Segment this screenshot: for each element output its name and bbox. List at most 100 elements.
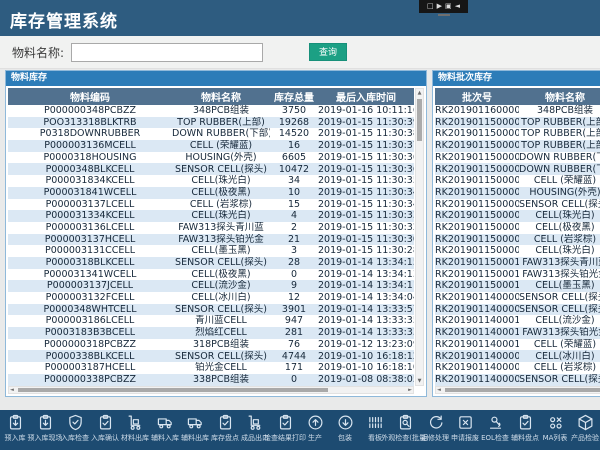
table-row[interactable]: P000031841WCELLCELL(极夜黑)102019-01-15 11:… bbox=[8, 187, 414, 199]
table-row[interactable]: P000003137LCELLCELL (岩浆棕)152019-01-15 11… bbox=[8, 199, 414, 211]
table-row[interactable]: RK2019011500001TOP RUBBER(上部) bbox=[435, 128, 600, 140]
scroll-right-icon[interactable]: ► bbox=[408, 387, 412, 394]
toolbar-item-16[interactable]: 申请报废 bbox=[450, 410, 480, 443]
table-row[interactable]: RK2019011400007CELL(冰川白) bbox=[435, 350, 600, 362]
toolbar-item-1[interactable]: 预入库 bbox=[0, 410, 30, 443]
table-row[interactable]: P000003137JCELLCELL(流沙金)92019-01-14 13:3… bbox=[8, 280, 414, 292]
table-row[interactable]: RK2019011400005CELL (岩浆棕) bbox=[435, 362, 600, 374]
table-row[interactable]: P0000348WHTCELLSENSOR CELL(探头)39012019-0… bbox=[8, 304, 414, 316]
table-row[interactable]: RK2019011500010FAW313探头青川蓝 bbox=[435, 257, 600, 269]
exit-icon[interactable]: □ bbox=[427, 3, 434, 10]
table-row[interactable]: RK2019011500011FAW313探头铂光金 bbox=[435, 269, 600, 281]
scroll-left-icon[interactable]: ◄ bbox=[437, 387, 441, 394]
table-row[interactable]: RK2019011500008CELL (岩浆棕) bbox=[435, 234, 600, 246]
toolbar-item-4[interactable]: 入库确认 bbox=[90, 410, 120, 443]
horizontal-scrollbar[interactable]: ◄ ► bbox=[435, 386, 600, 394]
table-row[interactable]: RK2019011400013CELL (荣耀蓝) bbox=[435, 339, 600, 351]
table-row[interactable]: P000031834KCELLCELL(珠光白)342019-01-15 11:… bbox=[8, 175, 414, 187]
toolbar-item-18[interactable]: 辅料盘点 bbox=[510, 410, 540, 443]
play-icon[interactable]: ▶ bbox=[437, 3, 442, 10]
scrollbar-thumb[interactable] bbox=[445, 388, 600, 392]
table-row[interactable]: RK2019011400012FAW313探头铂光金 bbox=[435, 327, 600, 339]
table-row[interactable]: P0000318HOUSINGHOUSING(外壳)66052019-01-15… bbox=[8, 152, 414, 164]
scrollbar-thumb[interactable] bbox=[417, 99, 422, 141]
toolbar-item-label: 入库确认 bbox=[91, 433, 119, 443]
table-row[interactable]: P000003131CCELLCELL(墨玉黑)32019-01-15 11:3… bbox=[8, 245, 414, 257]
table-row[interactable]: P000031334KCELLCELL(珠光白)42019-01-15 11:3… bbox=[8, 210, 414, 222]
toolbar-item-11[interactable]: 生产 bbox=[300, 410, 330, 443]
toolbar-item-17[interactable]: EOL检查 bbox=[480, 410, 510, 443]
cell: 281 bbox=[270, 327, 318, 339]
table-row[interactable]: P0000348BLKCELLSENSOR CELL(探头)104722019-… bbox=[8, 163, 414, 175]
cell: P000031334KCELL bbox=[8, 210, 172, 222]
horizontal-scrollbar[interactable]: ◄ ► bbox=[8, 386, 414, 394]
table-row[interactable]: P0318DOWNRUBBERDOWN RUBBER(下部)145202019-… bbox=[8, 128, 414, 140]
toolbar-item-15[interactable]: 返修处理 bbox=[420, 410, 450, 443]
table-row[interactable]: P000003132FCELLCELL(冰川白)122019-01-14 13:… bbox=[8, 292, 414, 304]
table-row[interactable]: P0000318BLKCELLSENSOR CELL(探头)282019-01-… bbox=[8, 257, 414, 269]
cell: P000003132FCELL bbox=[8, 292, 172, 304]
toolbar-item-14[interactable]: 外观检查(批量) bbox=[390, 410, 420, 443]
material-name-input[interactable] bbox=[71, 43, 263, 62]
toolbar-item-19[interactable]: MA列表 bbox=[540, 410, 570, 443]
toolbar-item-12[interactable]: 包装 bbox=[330, 410, 360, 443]
table-row[interactable]: RK2019011500003HOUSING(外壳) bbox=[435, 187, 600, 199]
cell: CELL(冰川白) bbox=[172, 292, 270, 304]
cell: P0000348WHTCELL bbox=[8, 304, 172, 316]
table-row[interactable]: RK2019011500012CELL(墨玉黑) bbox=[435, 280, 600, 292]
table-row[interactable]: P000000338PCBZZ338PCB组装02019-01-08 08:38… bbox=[8, 374, 414, 386]
toolbar-item-10[interactable]: 检查结果打印 bbox=[270, 410, 300, 443]
table-row[interactable]: RK2019011400009SENSOR CELL(探头) bbox=[435, 304, 600, 316]
microscope-icon bbox=[487, 414, 504, 431]
cell: CELL (荣耀蓝) bbox=[519, 175, 600, 187]
table-row[interactable]: RK2019011400004SENSOR CELL(探头) bbox=[435, 374, 600, 386]
scroll-up-icon[interactable]: ▲ bbox=[416, 89, 423, 97]
table-row[interactable]: P000000348PCBZZ348PCB组装37502019-01-16 10… bbox=[8, 105, 414, 117]
table-row[interactable]: RK2019011500002DOWN RUBBER(下部) bbox=[435, 163, 600, 175]
table-row[interactable]: POO313318BLKTRBTOP RUBBER(上部)192682019-0… bbox=[8, 117, 414, 129]
table-row[interactable]: P000000318PCBZZ318PCB组装762019-01-12 13:2… bbox=[8, 339, 414, 351]
clipboard-check-icon bbox=[97, 414, 114, 431]
kanban-icon bbox=[367, 414, 384, 431]
dolly-icon bbox=[247, 414, 264, 431]
table-row[interactable]: RK2019011500001TOP RUBBER(上部) bbox=[435, 117, 600, 129]
table-row[interactable]: RK2019011600001348PCB组装 bbox=[435, 105, 600, 117]
toolbar-item-3[interactable]: 入库检查 bbox=[60, 410, 90, 443]
table-row[interactable]: RK2019011400011CELL(流沙金) bbox=[435, 315, 600, 327]
table-row[interactable]: P000003137HCELLFAW313探头铂光金212019-01-15 1… bbox=[8, 234, 414, 246]
table-row[interactable]: P000003187HCELL铂光金CELL1712019-01-10 16:1… bbox=[8, 362, 414, 374]
cell: P000031341WCELL bbox=[8, 269, 172, 281]
table-row[interactable]: RK2019011400009SENSOR CELL(探头) bbox=[435, 292, 600, 304]
table-row[interactable]: RK2019011500007CELL(珠光白) bbox=[435, 210, 600, 222]
toolbar-item-6[interactable]: 辅料入库 bbox=[150, 410, 180, 443]
table-row[interactable]: RK2019011500001TOP RUBBER(上部) bbox=[435, 140, 600, 152]
table-row[interactable]: RK2019011500009CELL(珠光白) bbox=[435, 245, 600, 257]
query-button[interactable]: 查询 bbox=[309, 43, 347, 61]
scroll-left-icon[interactable]: ◄ bbox=[10, 387, 14, 394]
audio-icon[interactable]: ◄ bbox=[455, 3, 460, 10]
scrollbar-thumb[interactable] bbox=[18, 388, 328, 392]
toolbar-item-7[interactable]: 辅料出库 bbox=[180, 410, 210, 443]
cell: 2019-01-15 11:30:34 bbox=[318, 199, 414, 211]
cell: FAW313探头铂光金 bbox=[172, 234, 270, 246]
toolbar-item-2[interactable]: 预入库现场 bbox=[30, 410, 60, 443]
vertical-scrollbar[interactable]: ▲ ▼ bbox=[415, 88, 424, 386]
toolbar-item-5[interactable]: 材料出库 bbox=[120, 410, 150, 443]
table-row[interactable]: RK2019011500006CELL(极夜黑) bbox=[435, 222, 600, 234]
cell: 318PCB组装 bbox=[172, 339, 270, 351]
table-row[interactable]: RK2019011500005SENSOR CELL(探头) bbox=[435, 199, 600, 211]
table-row[interactable]: P000031341WCELLCELL(极夜黑)02019-01-14 13:3… bbox=[8, 269, 414, 281]
toolbar-item-20[interactable]: 产品检验 bbox=[570, 410, 600, 443]
table-row[interactable]: P000003136MCELLCELL (荣耀蓝)162019-01-15 11… bbox=[8, 140, 414, 152]
table-row[interactable]: RK2019011500004CELL (荣耀蓝) bbox=[435, 175, 600, 187]
table-row[interactable]: P0000338BLKCELLSENSOR CELL(探头)47442019-0… bbox=[8, 350, 414, 362]
scroll-down-icon[interactable]: ▼ bbox=[416, 377, 423, 385]
toolbar-item-8[interactable]: 库存盘点 bbox=[210, 410, 240, 443]
table-row[interactable]: RK2019011500002DOWN RUBBER(下部) bbox=[435, 152, 600, 164]
table-row[interactable]: P000003136LCELLFAW313探头青川蓝22019-01-15 11… bbox=[8, 222, 414, 234]
screenshot-icon[interactable]: ▣ bbox=[445, 3, 452, 10]
screen-recorder-overlay[interactable]: □▶▣◄ bbox=[419, 0, 468, 13]
cell: TOP RUBBER(上部) bbox=[172, 117, 270, 129]
table-row[interactable]: P0003183B3BCELL烈焰红CELL2812019-01-14 13:3… bbox=[8, 327, 414, 339]
table-row[interactable]: P000003186LCELL青川蓝CELL9472019-01-14 13:3… bbox=[8, 315, 414, 327]
